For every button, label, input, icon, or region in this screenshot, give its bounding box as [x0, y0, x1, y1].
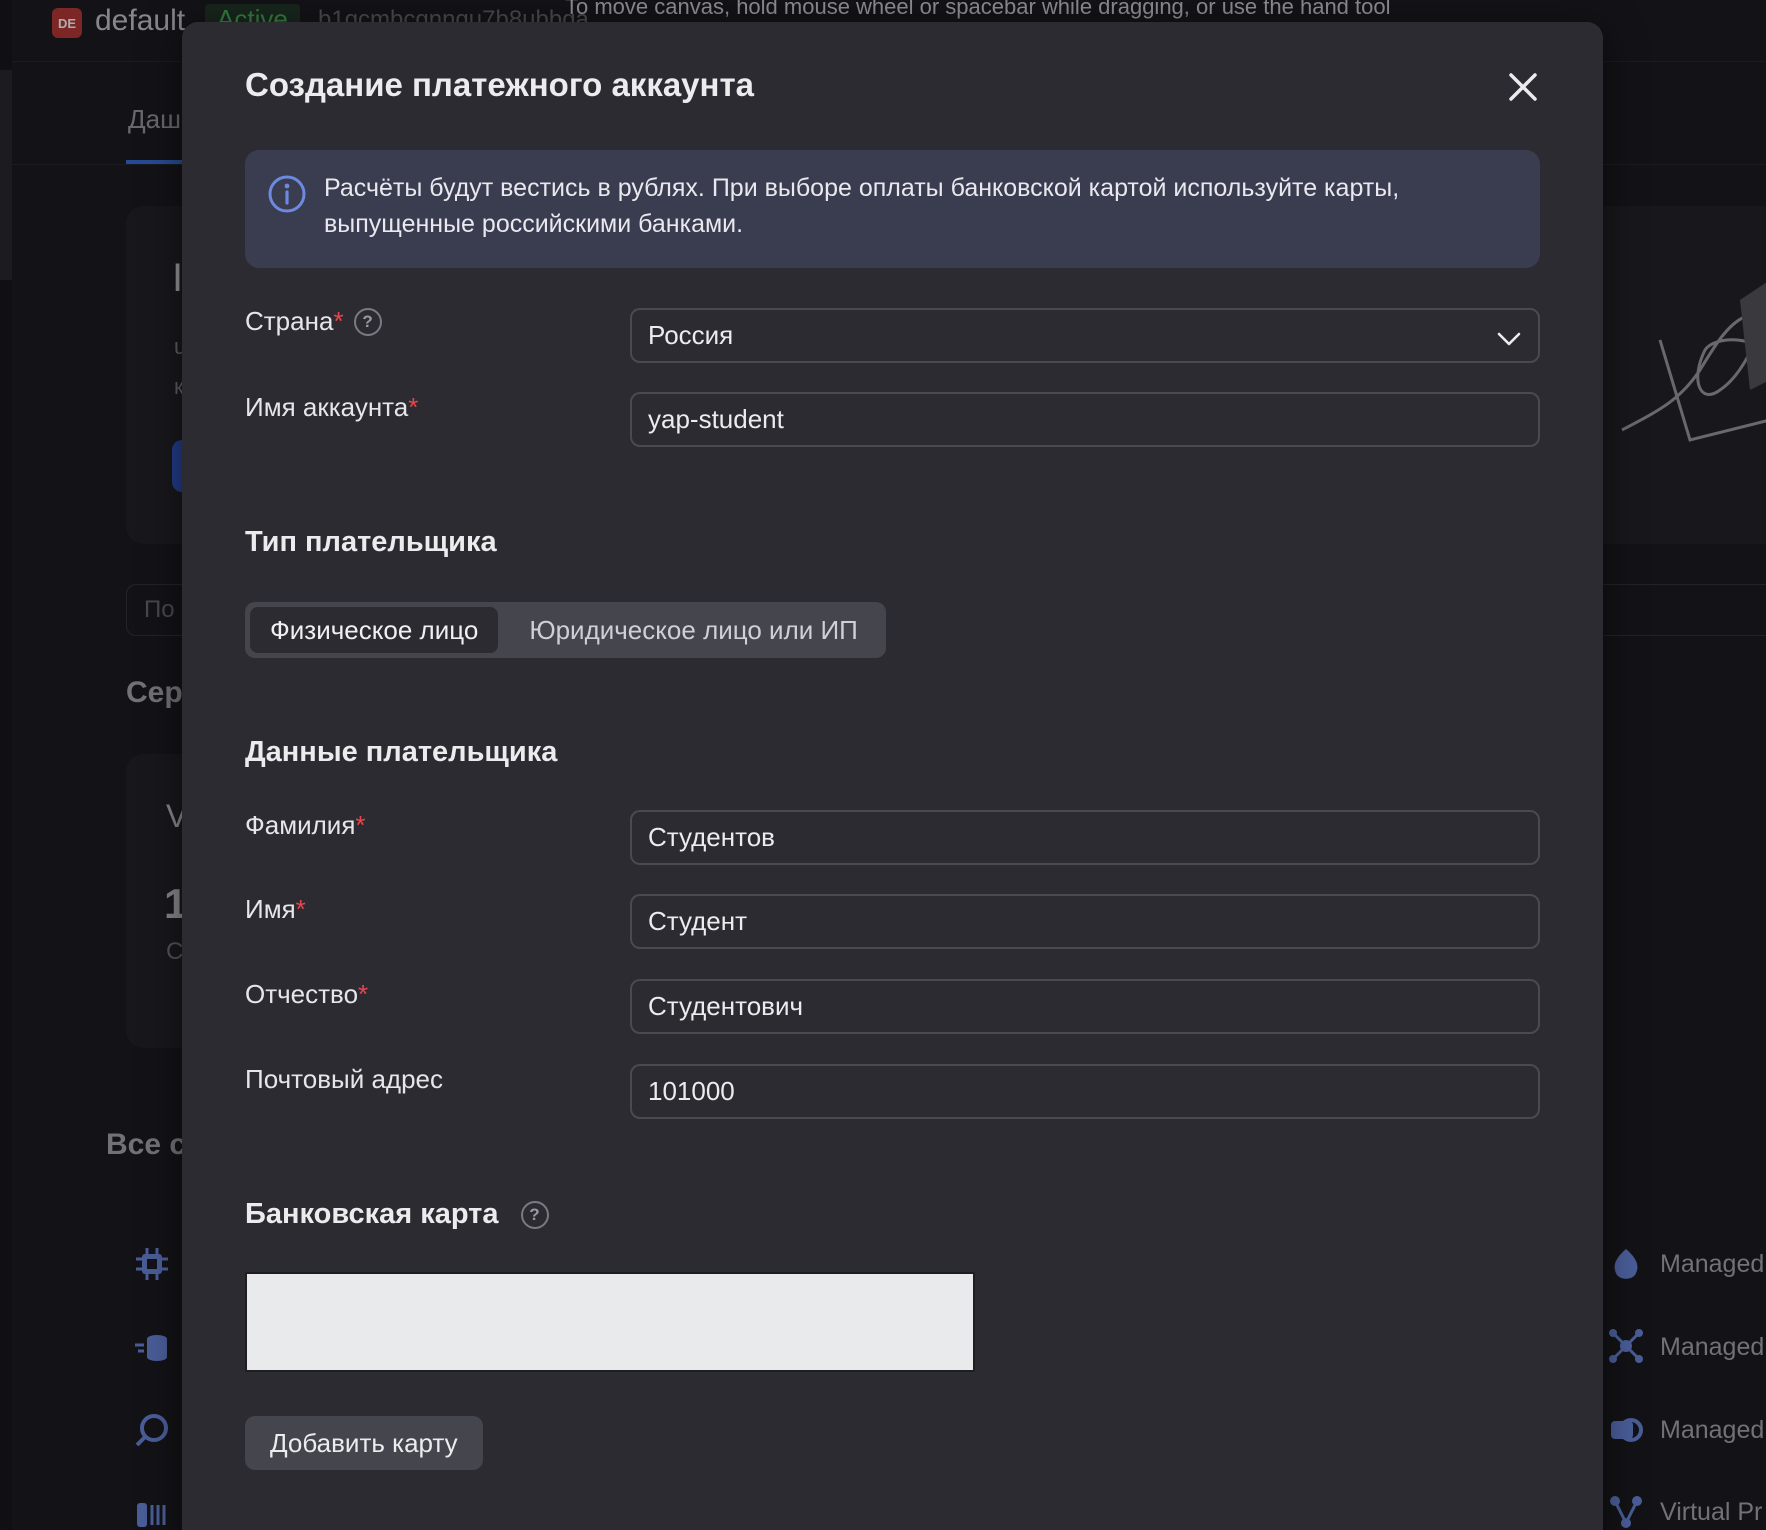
- close-button[interactable]: [1502, 66, 1544, 108]
- last-name-input[interactable]: Студентов: [630, 810, 1540, 865]
- required-mark: *: [358, 979, 369, 1009]
- postal-address-label: Почтовый адрес: [245, 1064, 443, 1095]
- account-name-value: yap-student: [648, 404, 784, 434]
- payer-type-switch: Физическое лицо Юридическое лицо или ИП: [245, 602, 886, 658]
- info-banner-text: Расчёты будут вестись в рублях. При выбо…: [324, 174, 1400, 238]
- bank-card-title-text: Банковская карта: [245, 1198, 499, 1230]
- account-name-label: Имя аккаунта *: [245, 392, 418, 423]
- first-name-input[interactable]: Студент: [630, 894, 1540, 949]
- country-select-value: Россия: [648, 320, 734, 350]
- help-icon[interactable]: ?: [353, 307, 382, 336]
- payer-data-title: Данные плательщика: [245, 736, 558, 768]
- help-icon[interactable]: ?: [520, 1200, 549, 1229]
- info-banner: Расчёты будут вестись в рублях. При выбо…: [245, 150, 1540, 268]
- bank-card-form-frame[interactable]: [245, 1272, 975, 1372]
- bank-card-title: Банковская карта ?: [245, 1198, 549, 1231]
- chevron-down-icon: [1497, 332, 1521, 346]
- dialog-title: Создание платежного аккаунта: [245, 66, 754, 103]
- close-icon: [1509, 73, 1537, 101]
- first-name-label: Имя *: [245, 894, 306, 925]
- country-label-text: Страна: [245, 306, 334, 336]
- required-mark: *: [295, 894, 306, 924]
- info-icon: [268, 175, 306, 213]
- patronymic-label: Отчество *: [245, 979, 368, 1010]
- country-label: Страна * ?: [245, 306, 382, 337]
- postal-address-label-text: Почтовый адрес: [245, 1064, 443, 1094]
- account-name-input[interactable]: yap-student: [630, 392, 1540, 447]
- required-mark: *: [333, 306, 344, 336]
- postal-address-input[interactable]: 101000: [630, 1064, 1540, 1119]
- postal-address-value: 101000: [648, 1076, 735, 1106]
- last-name-label: Фамилия *: [245, 810, 366, 841]
- add-card-button[interactable]: Добавить карту: [245, 1416, 483, 1470]
- payer-type-company[interactable]: Юридическое лицо или ИП: [498, 607, 878, 653]
- patronymic-label-text: Отчество: [245, 979, 359, 1009]
- last-name-value: Студентов: [648, 822, 775, 852]
- payer-type-individual[interactable]: Физическое лицо: [250, 607, 499, 653]
- patronymic-value: Студентович: [648, 991, 804, 1021]
- payer-type-title: Тип плательщика: [245, 526, 497, 558]
- required-mark: *: [408, 392, 419, 422]
- last-name-label-text: Фамилия: [245, 810, 356, 840]
- country-select[interactable]: Россия: [630, 308, 1540, 363]
- first-name-value: Студент: [648, 906, 748, 936]
- account-name-label-text: Имя аккаунта: [245, 392, 409, 422]
- required-mark: *: [355, 810, 366, 840]
- first-name-label-text: Имя: [245, 894, 296, 924]
- create-billing-account-dialog: Создание платежного аккаунта Расчёты буд…: [182, 22, 1603, 1530]
- patronymic-input[interactable]: Студентович: [630, 979, 1540, 1034]
